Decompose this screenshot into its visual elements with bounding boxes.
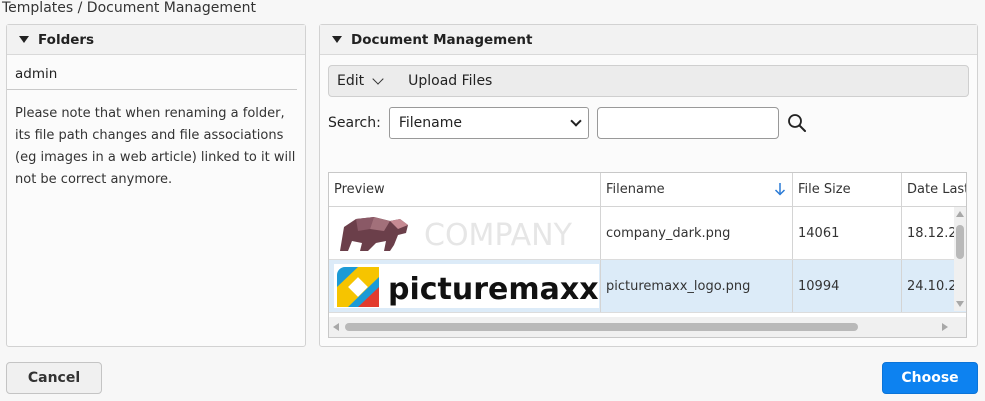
horizontal-scrollbar-thumb[interactable]	[345, 323, 858, 331]
folders-panel-header[interactable]: Folders	[7, 25, 305, 55]
search-row: Search: Filename	[328, 107, 807, 139]
collapse-triangle-icon	[332, 36, 342, 43]
sort-descending-icon	[774, 183, 786, 196]
scroll-up-arrow-icon[interactable]	[956, 211, 964, 217]
table-row[interactable]: picturemaxx picturemaxx_logo.png 10994 2…	[329, 260, 966, 313]
search-field-value: Filename	[398, 115, 462, 131]
horizontal-scrollbar[interactable]	[329, 317, 966, 337]
vertical-scrollbar[interactable]	[954, 207, 966, 311]
document-panel-header[interactable]: Document Management	[320, 25, 977, 55]
preview-cell: COMPANY	[329, 207, 601, 259]
collapse-triangle-icon	[19, 36, 29, 43]
upload-files-button[interactable]: Upload Files	[400, 73, 500, 89]
toolbar: Edit Upload Files	[328, 65, 969, 97]
scroll-left-arrow-icon[interactable]	[333, 323, 339, 331]
grid-header: Preview Filename File Size Date Last	[329, 173, 966, 207]
filename-cell: company_dark.png	[601, 207, 793, 259]
filename-cell: picturemaxx_logo.png	[601, 260, 793, 312]
cancel-button[interactable]: Cancel	[6, 362, 102, 394]
rename-note: Please note that when renaming a folder,…	[15, 106, 296, 187]
files-grid: Preview Filename File Size Date Last COM…	[328, 172, 967, 338]
vertical-scrollbar-thumb[interactable]	[956, 225, 964, 259]
preview-cell: picturemaxx	[329, 260, 601, 312]
search-field-select[interactable]: Filename	[388, 107, 589, 139]
chevron-down-icon	[372, 73, 384, 85]
table-row[interactable]: COMPANY company_dark.png 14061 18.12.2	[329, 207, 966, 260]
breadcrumb: Templates / Document Management	[2, 0, 256, 16]
folders-panel: Folders admin Please note that when rena…	[6, 24, 306, 347]
file-size-cell: 10994	[793, 260, 902, 312]
column-header-file-size[interactable]: File Size	[793, 173, 902, 206]
edit-menu-button[interactable]: Edit	[329, 73, 390, 89]
scroll-down-arrow-icon[interactable]	[956, 301, 964, 307]
column-header-filename[interactable]: Filename	[601, 173, 793, 206]
folders-title: Folders	[38, 31, 95, 48]
column-header-preview[interactable]: Preview	[329, 173, 601, 206]
choose-button[interactable]: Choose	[882, 362, 978, 394]
search-input[interactable]	[596, 107, 779, 139]
search-icon[interactable]	[787, 113, 807, 133]
column-header-date[interactable]: Date Last	[902, 173, 966, 206]
company-logo-preview: COMPANY	[340, 217, 573, 253]
edit-label: Edit	[337, 73, 365, 89]
column-header-filename-label: Filename	[606, 182, 665, 197]
file-size-cell: 14061	[793, 207, 902, 259]
document-panel-title: Document Management	[351, 31, 533, 48]
search-label: Search:	[328, 115, 381, 131]
folder-item-admin[interactable]: admin	[7, 55, 297, 90]
picturemaxx-logo-text: picturemaxx	[388, 272, 599, 307]
chevron-down-icon	[570, 115, 582, 127]
picturemaxx-logo-preview: picturemaxx	[334, 264, 599, 308]
document-management-panel: Document Management Edit Upload Files Se…	[319, 24, 978, 347]
upload-label: Upload Files	[408, 73, 493, 89]
scroll-right-arrow-icon[interactable]	[942, 323, 948, 331]
company-logo-text: COMPANY	[424, 218, 573, 253]
